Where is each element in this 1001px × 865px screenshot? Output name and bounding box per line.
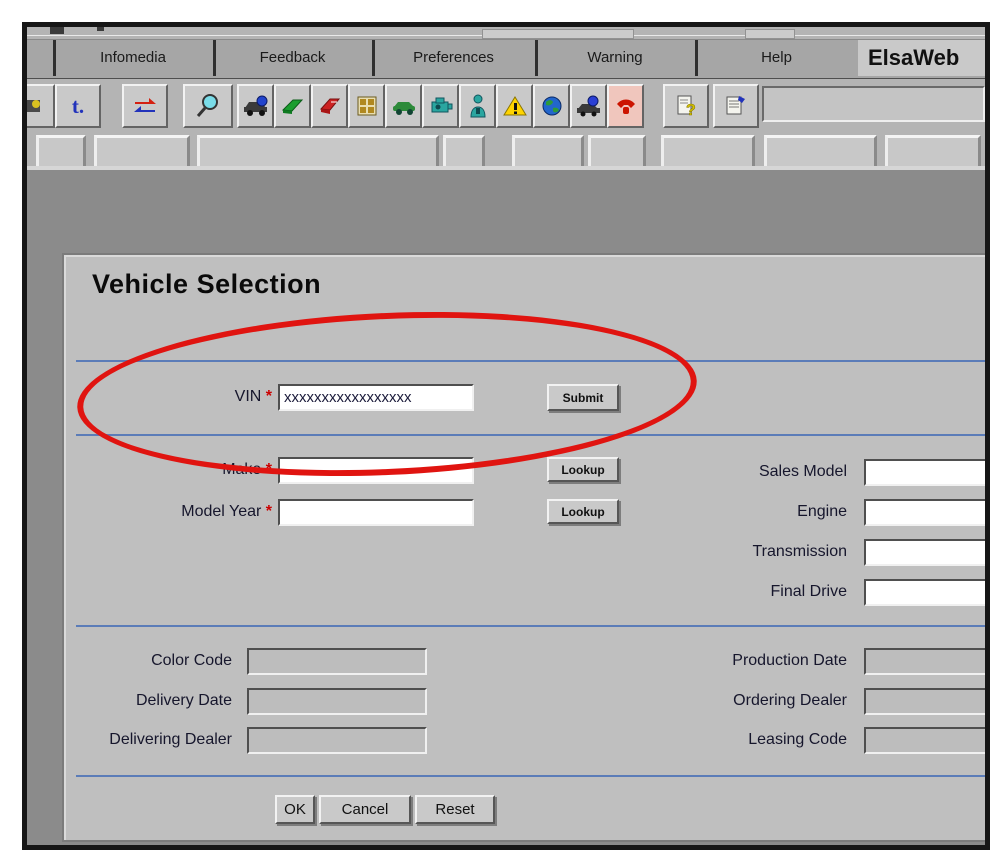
blank-tab[interactable] [94,135,190,166]
toolbar-icon-group [237,84,644,128]
toolbar-clipped-left-button[interactable] [27,84,55,128]
toolbar-red-book-button[interactable] [311,84,348,128]
toolbar-technician-button[interactable] [459,84,496,128]
vin-label-text: VIN [235,388,262,405]
ordering-dealer-label: Ordering Dealer [64,692,847,710]
window-frame: Infomedia Feedback Preferences Warning H… [22,22,990,850]
sales-model-input[interactable] [864,459,985,486]
technician-icon [466,93,490,119]
clipped-left-icon [27,94,44,118]
final-drive-input[interactable] [864,579,985,606]
back-icon: t. [72,94,84,119]
toolbar-green-book-button[interactable] [274,84,311,128]
tab-feedback[interactable]: Feedback [216,40,369,76]
window-top-strip [27,27,985,39]
tab-clipped-left[interactable] [28,40,53,76]
screenshot-stage: Infomedia Feedback Preferences Warning H… [0,0,1001,865]
app-brand-title: ElsaWeb [858,40,985,76]
blank-tab[interactable] [885,135,981,166]
help-document-icon: ? [674,93,698,119]
car-icon [391,94,417,118]
vehicle-selection-dialog: Vehicle Selection VIN * Submit Make * Lo… [62,253,985,842]
engine-label: Engine [64,503,847,521]
toolbar-engine-button[interactable] [422,84,459,128]
phone-icon [613,94,639,118]
parts-grid-icon [355,94,379,118]
top-strip-inset [482,29,634,39]
tab-warning[interactable]: Warning [538,40,692,76]
toolbar-back-button[interactable]: t. [55,84,101,128]
vehicle-admin-icon [576,94,602,118]
blank-tab-strip [27,133,985,170]
section-divider [76,360,985,362]
red-book-icon [317,94,343,118]
section-divider [76,434,985,436]
blank-tab[interactable] [661,135,755,166]
blank-tab[interactable] [36,135,86,166]
section-divider [76,625,985,627]
ok-button[interactable]: OK [275,795,315,824]
blank-tab[interactable] [764,135,877,166]
toolbar-vehicle-search-button[interactable] [237,84,274,128]
svg-text:?: ? [686,102,696,119]
toolbar-car-button[interactable] [385,84,422,128]
tab-help[interactable]: Help [698,40,855,76]
toolbar-help-doc-button[interactable]: ? [663,84,709,128]
blank-tab[interactable] [443,135,485,166]
submit-button[interactable]: Submit [547,384,619,411]
toolbar-globe-button[interactable] [533,84,570,128]
blank-tab[interactable] [512,135,584,166]
ordering-dealer-field [864,688,985,715]
cancel-button[interactable]: Cancel [319,795,411,824]
blank-tab[interactable] [197,135,439,166]
vehicle-search-icon [243,94,269,118]
leasing-code-field [864,727,985,754]
toolbar-form-doc-button[interactable] [713,84,759,128]
toolbar-address-field[interactable] [762,86,985,122]
toolbar-parts-grid-button[interactable] [348,84,385,128]
toolbar: t. [27,79,985,133]
toolbar-vehicle-admin-button[interactable] [570,84,607,128]
engine-icon [428,94,454,118]
section-divider [76,775,985,777]
top-strip-notch [97,27,104,31]
page-title: Vehicle Selection [92,269,321,300]
production-date-field [864,648,985,675]
search-icon [195,93,221,119]
sales-model-label: Sales Model [64,463,847,481]
vin-input[interactable] [278,384,474,411]
transmission-label: Transmission [64,543,847,561]
green-book-icon [280,94,306,118]
form-document-icon [724,93,748,119]
toolbar-phone-button[interactable] [607,84,644,128]
production-date-label: Production Date [64,652,847,670]
warning-triangle-icon [502,94,528,118]
engine-input[interactable] [864,499,985,526]
tab-infomedia[interactable]: Infomedia [56,40,210,76]
toolbar-warning-button[interactable] [496,84,533,128]
final-drive-label: Final Drive [64,583,847,601]
globe-icon [540,94,564,118]
vin-required-mark: * [266,388,272,405]
swap-arrows-icon [132,94,158,118]
vin-label: VIN * [64,388,272,406]
leasing-code-label: Leasing Code [64,731,847,749]
toolbar-search-button[interactable] [183,84,233,128]
top-strip-inset [745,29,795,39]
tab-preferences[interactable]: Preferences [375,40,532,76]
top-strip-notch [50,27,64,34]
menu-tab-bar: Infomedia Feedback Preferences Warning H… [27,39,985,80]
brand-zone: ElsaWeb [858,40,985,76]
app-window: Infomedia Feedback Preferences Warning H… [27,27,985,845]
toolbar-swap-button[interactable] [122,84,168,128]
blank-tab[interactable] [588,135,646,166]
transmission-input[interactable] [864,539,985,566]
reset-button[interactable]: Reset [415,795,495,824]
